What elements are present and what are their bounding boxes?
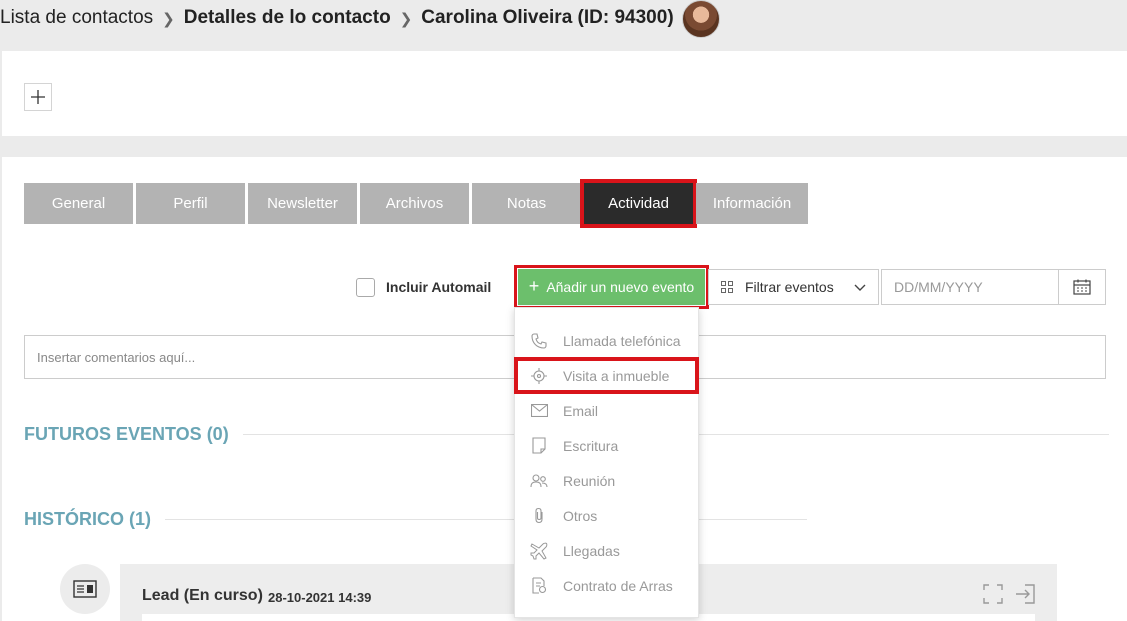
history-title: HISTÓRICO (1) [24,509,152,529]
calendar-button[interactable] [1058,270,1105,304]
tab-actividad[interactable]: Actividad [580,179,697,228]
history-item-title: Lead (En curso) [142,587,263,604]
menu-item-label: Email [563,402,599,419]
lead-card-icon-wrap [60,564,110,614]
target-icon [531,367,547,384]
history-item-date: 28-10-2021 14:39 [268,590,372,605]
menu-item-deposit-contract[interactable]: Contrato de Arras [515,568,698,603]
menu-item-email[interactable]: Email [515,393,698,428]
include-automail: Incluir Automail [356,269,491,305]
chevron-down-icon [854,284,866,291]
plane-icon [530,542,548,560]
chevron-right-icon: ❯ [162,11,175,28]
include-automail-checkbox[interactable] [356,277,375,297]
menu-item-others[interactable]: Otros [515,498,698,533]
id-card-icon [73,580,97,598]
phone-icon [531,332,547,349]
envelope-icon [530,404,548,417]
plus-icon: + [528,275,540,296]
menu-item-deed[interactable]: Escritura [515,428,698,463]
menu-item-arrivals[interactable]: Llegadas [515,533,698,568]
menu-item-label: Llegadas [563,542,620,559]
add-event-button[interactable]: + Añadir un nuevo evento [514,265,709,309]
breadcrumb-contact-list[interactable]: Lista de contactos [0,7,153,29]
breadcrumb: Lista de contactos ❯ Detalles de lo cont… [0,0,720,38]
grid-icon [721,281,733,293]
breadcrumb-contact-name: Carolina Oliveira (ID: 94300) [421,7,674,28]
document-icon [532,437,546,454]
tab-perfil[interactable]: Perfil [136,183,245,224]
menu-item-label: Visita a inmueble [563,367,670,384]
people-icon [530,473,548,487]
menu-item-label: Contrato de Arras [563,577,673,594]
future-events-title: FUTUROS EVENTOS (0) [24,424,229,444]
breadcrumb-contact-details[interactable]: Detalles de lo contacto [184,7,391,29]
date-input[interactable] [882,270,1058,304]
tab-newsletter[interactable]: Newsletter [248,183,357,224]
tab-archivos[interactable]: Archivos [360,183,469,224]
tab-informacion[interactable]: Información [696,183,808,224]
calendar-icon [1073,279,1091,295]
chevron-right-icon: ❯ [399,11,413,28]
expand-icon[interactable] [983,584,1003,604]
history-item-actions [983,584,1035,604]
top-panel [2,51,1127,136]
add-event-label: Añadir un nuevo evento [546,279,695,295]
menu-item-label: Llamada telefónica [563,332,681,349]
paperclip-icon [535,507,543,524]
menu-item-phone-call[interactable]: Llamada telefónica [515,323,698,358]
menu-item-label: Reunión [563,472,616,489]
add-event-dropdown: Llamada telefónica Visita a inmueble Ema… [514,307,699,618]
filter-events-label: Filtrar eventos [745,279,834,295]
menu-item-label: Escritura [563,437,619,454]
avatar [681,0,720,38]
tab-general[interactable]: General [24,183,133,224]
add-button[interactable] [24,83,52,111]
menu-item-property-visit[interactable]: Visita a inmueble [514,357,699,394]
menu-item-label: Otros [563,507,598,524]
divider [165,519,808,520]
tab-notas[interactable]: Notas [472,183,581,224]
contract-icon [532,577,547,594]
menu-item-meeting[interactable]: Reunión [515,463,698,498]
include-automail-label: Incluir Automail [386,279,492,295]
filter-events-select[interactable]: Filtrar eventos [708,269,879,305]
date-field [881,269,1106,305]
plus-icon [31,90,45,104]
open-icon[interactable] [1015,584,1035,604]
